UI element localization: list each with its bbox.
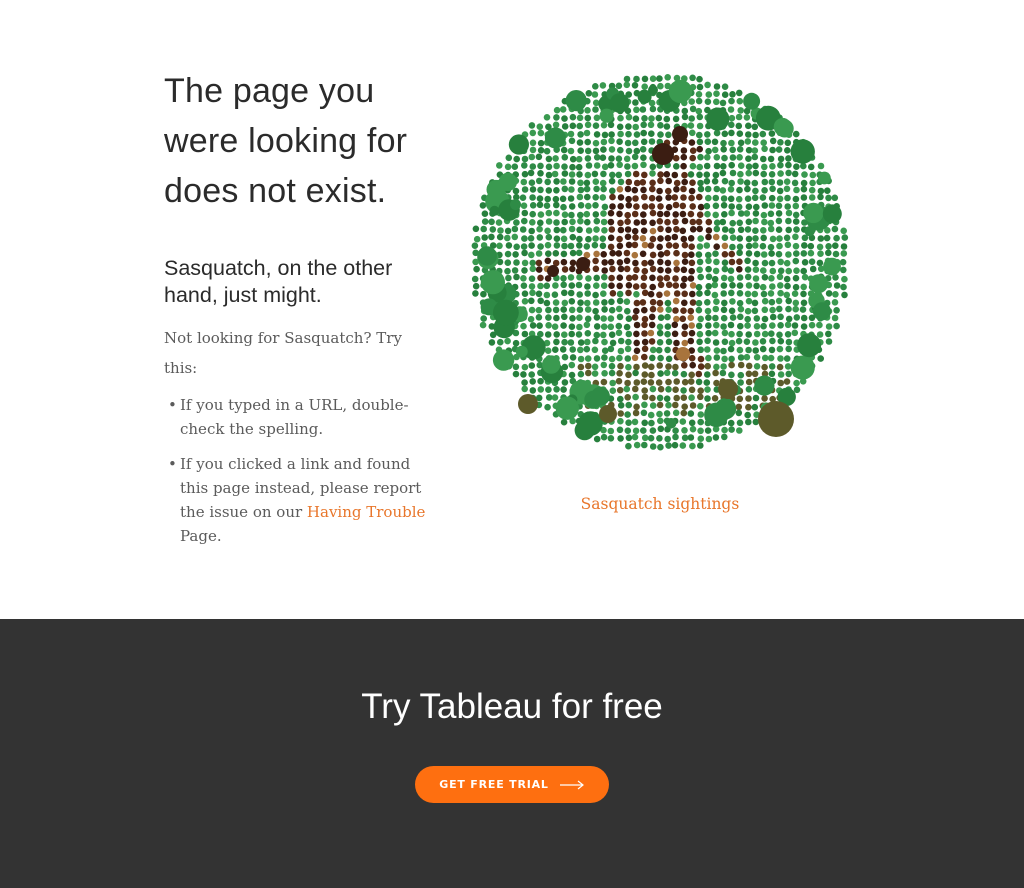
arrow-right-icon	[559, 780, 584, 789]
tip-text: If you typed in a URL, double-check the …	[180, 396, 409, 438]
tips-list: • If you typed in a URL, double-check th…	[164, 393, 439, 548]
button-label: GET FREE TRIAL	[439, 778, 549, 791]
message-column: The page you were looking for does not e…	[164, 66, 439, 559]
subheading: Sasquatch, on the other hand, just might…	[164, 256, 393, 307]
sasquatch-dot-illustration	[471, 74, 849, 451]
page-title: The page you were looking for does not e…	[164, 72, 408, 210]
having-trouble-link[interactable]: Having Trouble	[307, 503, 425, 521]
not-found-section: The page you were looking for does not e…	[0, 0, 1024, 619]
tip-text-end: Page.	[180, 527, 222, 545]
cta-title: Try Tableau for free	[361, 687, 663, 726]
sasquatch-sightings-link[interactable]: Sasquatch sightings	[460, 490, 860, 518]
bullet-icon: •	[168, 396, 177, 414]
bullet-icon: •	[168, 455, 177, 473]
list-item: • If you clicked a link and found this p…	[168, 452, 439, 548]
get-free-trial-button[interactable]: GET FREE TRIAL	[415, 766, 609, 803]
intro-text: Not looking for Sasquatch? Try this:	[164, 329, 402, 377]
list-item: • If you typed in a URL, double-check th…	[168, 393, 439, 441]
cta-section	[0, 619, 1024, 888]
